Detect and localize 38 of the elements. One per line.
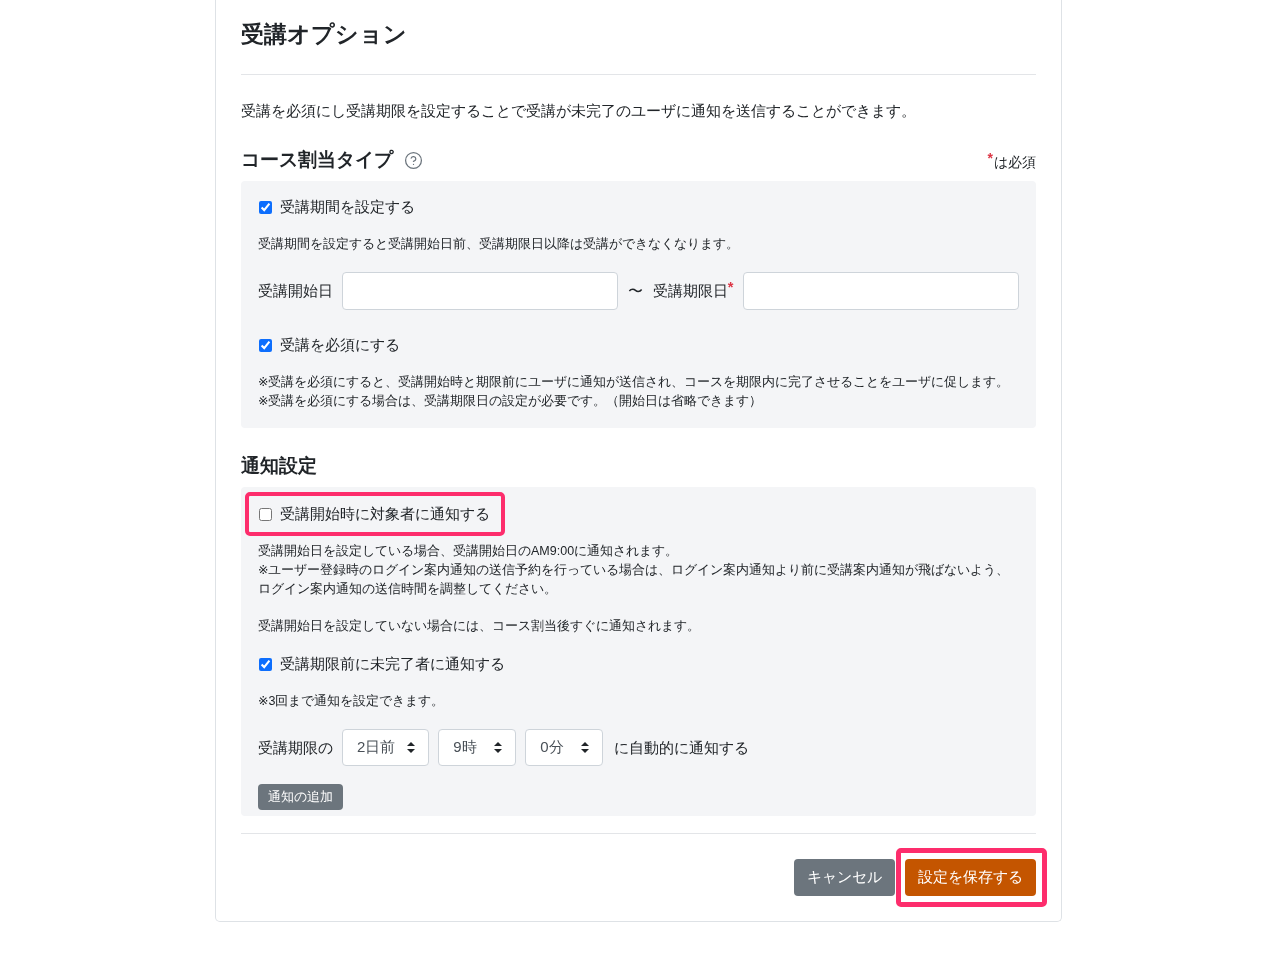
page-title: 受講オプション	[241, 20, 408, 49]
note-text: ※ユーザー登録時のログイン案内通知の送信予約を行っている場合は、ログイン案内通知より前に受講案内通知が飛ばないよう、	[258, 562, 1011, 579]
select-field[interactable]: 0分	[525, 729, 604, 766]
section-heading: 通知設定	[241, 454, 317, 478]
checkbox-label: 受講期限前に未完了者に通知する	[280, 655, 505, 674]
checkbox-label: 受講開始時に対象者に通知する	[280, 505, 490, 524]
checkbox[interactable]	[259, 200, 272, 214]
checkbox-label: 受講を必須にする	[280, 336, 400, 355]
field-label: に自動的に通知する	[614, 738, 750, 758]
note-text: ※3回まで通知を設定できます。	[258, 693, 446, 710]
help-icon[interactable]	[404, 150, 423, 170]
select-field[interactable]: 2日前	[342, 729, 430, 766]
checkbox[interactable]	[259, 338, 272, 352]
note-text: ログイン案内通知の送信時間を調整してください。	[258, 581, 558, 598]
date-input[interactable]	[342, 272, 618, 310]
section-heading: コース割当タイプ	[241, 148, 393, 172]
field-label: 受講開始日	[258, 282, 333, 301]
field-label: 受講期限日*	[652, 281, 735, 301]
note-text: 受講開始日を設定している場合、受講開始日のAM9:00に通知されます。	[258, 543, 680, 560]
note-text: ※受講を必須にする場合は、受講期限日の設定が必要です。（開始日は省略できます）	[258, 393, 764, 410]
required-legend: *は必須	[987, 152, 1036, 172]
select-field[interactable]: 9時	[438, 729, 517, 766]
note-text: 受講開始日を設定していない場合には、コース割当後すぐに通知されます。	[258, 618, 701, 635]
description-text: 受講を必須にし受講期限を設定することで受講が未完了のユーザに通知を送信することができます。	[241, 102, 917, 121]
field-label: 受講期限の	[258, 738, 333, 758]
checkbox-label: 受講期間を設定する	[280, 198, 415, 217]
checkbox[interactable]	[259, 507, 272, 521]
sort-arrows-icon	[494, 742, 503, 753]
sort-arrows-icon	[581, 742, 590, 753]
cancel-button[interactable]: キャンセル	[794, 859, 895, 896]
checkbox[interactable]	[259, 657, 272, 671]
note-text: 受講期間を設定すると受講開始日前、受講期限日以降は受講ができなくなります。	[258, 236, 740, 253]
date-input[interactable]	[743, 272, 1019, 310]
note-text: ※受講を必須にすると、受講開始時と期限前にユーザに通知が送信され、コースを期限内に完了させることをユーザに促します。	[258, 374, 1011, 391]
save-button[interactable]: 設定を保存する	[905, 859, 1036, 896]
add-notification-button[interactable]: 通知の追加	[258, 784, 343, 810]
range-separator: 〜	[627, 282, 643, 301]
sort-arrows-icon	[407, 742, 416, 753]
